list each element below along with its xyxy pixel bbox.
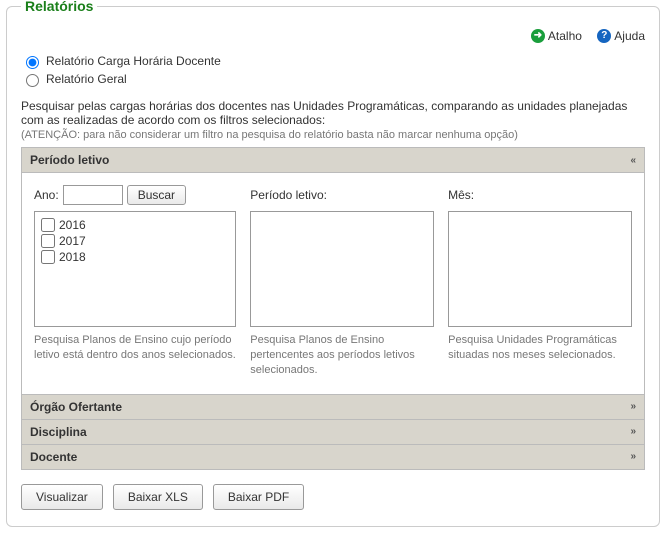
periodo-listbox[interactable] (250, 211, 434, 327)
mes-label: Mês: (448, 185, 632, 205)
hint-periodo: Pesquisa Planos de Ensino pertencentes a… (250, 333, 434, 378)
section-periodo-header[interactable]: Período letivo « (22, 148, 644, 173)
year-checkbox-2017[interactable] (41, 234, 55, 248)
list-item[interactable]: 2016 (41, 218, 229, 232)
expand-icon: » (630, 401, 636, 412)
atalho-link[interactable]: ➜ Atalho (531, 29, 582, 43)
section-disciplina-title: Disciplina (30, 425, 87, 439)
description-text: Pesquisar pelas cargas horárias dos doce… (21, 99, 645, 127)
help-icon: ? (597, 29, 611, 43)
report-type-radios: Relatório Carga Horária Docente Relatóri… (21, 53, 645, 87)
ajuda-label: Ajuda (614, 29, 645, 43)
ano-listbox[interactable]: 2016 2017 2018 (34, 211, 236, 327)
radio-carga-horaria[interactable] (26, 56, 39, 69)
buscar-button[interactable]: Buscar (127, 185, 186, 205)
baixar-pdf-button[interactable]: Baixar PDF (213, 484, 304, 510)
mes-listbox[interactable] (448, 211, 632, 327)
section-docente-title: Docente (30, 450, 77, 464)
year-checkbox-2016[interactable] (41, 218, 55, 232)
ano-input[interactable] (63, 185, 123, 205)
top-links: ➜ Atalho ? Ajuda (21, 27, 645, 43)
hint-ano: Pesquisa Planos de Ensino cujo período l… (34, 333, 236, 363)
footer-buttons: Visualizar Baixar XLS Baixar PDF (21, 484, 645, 510)
ano-label: Ano: (34, 188, 59, 202)
panel-title: Relatórios (21, 0, 97, 14)
expand-icon: » (630, 451, 636, 462)
section-periodo-body: Ano: Buscar 2016 2017 (22, 173, 644, 395)
radio-geral[interactable] (26, 74, 39, 87)
year-label: 2017 (59, 234, 86, 248)
year-checkbox-2018[interactable] (41, 250, 55, 264)
col-periodo: Período letivo: Pesquisa Planos de Ensin… (250, 185, 434, 378)
ajuda-link[interactable]: ? Ajuda (597, 29, 645, 43)
expand-icon: » (630, 426, 636, 437)
report-panel: Relatórios ➜ Atalho ? Ajuda Relatório Ca… (6, 6, 660, 527)
shortcut-icon: ➜ (531, 29, 545, 43)
atalho-label: Atalho (548, 29, 582, 43)
baixar-xls-button[interactable]: Baixar XLS (113, 484, 203, 510)
radio-carga-label: Relatório Carga Horária Docente (46, 54, 221, 68)
periodo-label: Período letivo: (250, 185, 434, 205)
radio-geral-label: Relatório Geral (46, 72, 127, 86)
filters-accordion: Período letivo « Ano: Buscar 2016 (21, 147, 645, 470)
section-orgao-header[interactable]: Órgão Ofertante » (22, 395, 644, 420)
visualizar-button[interactable]: Visualizar (21, 484, 103, 510)
year-label: 2016 (59, 218, 86, 232)
hint-mes: Pesquisa Unidades Programáticas situadas… (448, 333, 632, 363)
list-item[interactable]: 2017 (41, 234, 229, 248)
section-disciplina-header[interactable]: Disciplina » (22, 420, 644, 445)
col-mes: Mês: Pesquisa Unidades Programáticas sit… (448, 185, 632, 378)
section-orgao-title: Órgão Ofertante (30, 400, 122, 414)
year-label: 2018 (59, 250, 86, 264)
attention-note: (ATENÇÃO: para não considerar um filtro … (21, 129, 645, 141)
section-periodo-title: Período letivo (30, 153, 109, 167)
collapse-icon: « (630, 155, 636, 166)
list-item[interactable]: 2018 (41, 250, 229, 264)
section-docente-header[interactable]: Docente » (22, 445, 644, 469)
col-ano: Ano: Buscar 2016 2017 (34, 185, 236, 378)
